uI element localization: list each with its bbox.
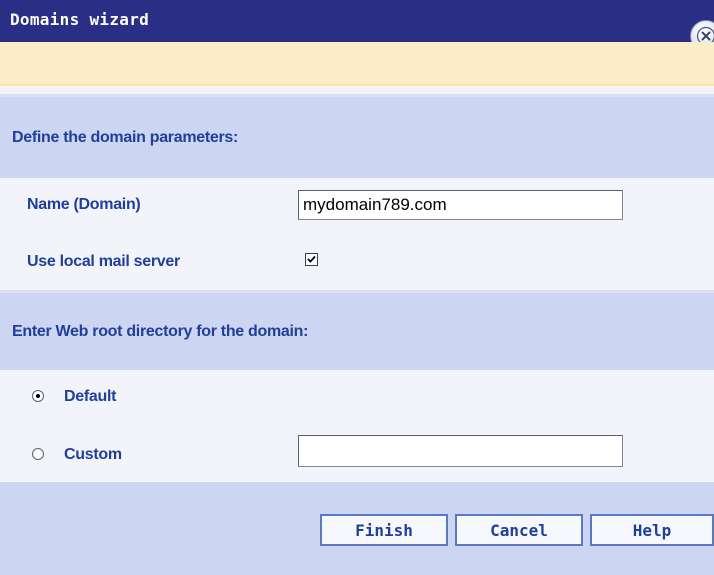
- window-title: Domains wizard: [10, 10, 150, 29]
- help-button[interactable]: Help: [590, 514, 714, 546]
- radio-default[interactable]: [32, 390, 44, 402]
- finish-button[interactable]: Finish: [320, 514, 448, 546]
- check-icon: [307, 255, 316, 263]
- use-local-mail-label: Use local mail server: [27, 253, 180, 270]
- section-header-domain-params: Define the domain parameters:: [0, 94, 714, 178]
- section-heading: Define the domain parameters:: [12, 128, 239, 146]
- default-label: Default: [64, 388, 117, 405]
- radio-selected-dot: [36, 394, 40, 398]
- divider: [0, 86, 714, 94]
- section-heading: Enter Web root directory for the domain:: [12, 322, 309, 340]
- use-local-mail-checkbox[interactable]: [305, 253, 318, 266]
- radio-custom[interactable]: [32, 448, 44, 460]
- custom-path-input[interactable]: [298, 435, 623, 467]
- domains-wizard-window: Domains wizard Define the domain paramet…: [0, 0, 714, 575]
- title-bar: Domains wizard: [0, 0, 714, 52]
- notice-strip: [0, 42, 714, 86]
- custom-label: Custom: [64, 446, 122, 463]
- domain-name-input[interactable]: [298, 190, 623, 220]
- name-domain-label: Name (Domain): [27, 196, 141, 213]
- section-header-web-root: Enter Web root directory for the domain:: [0, 290, 714, 370]
- cancel-button[interactable]: Cancel: [455, 514, 583, 546]
